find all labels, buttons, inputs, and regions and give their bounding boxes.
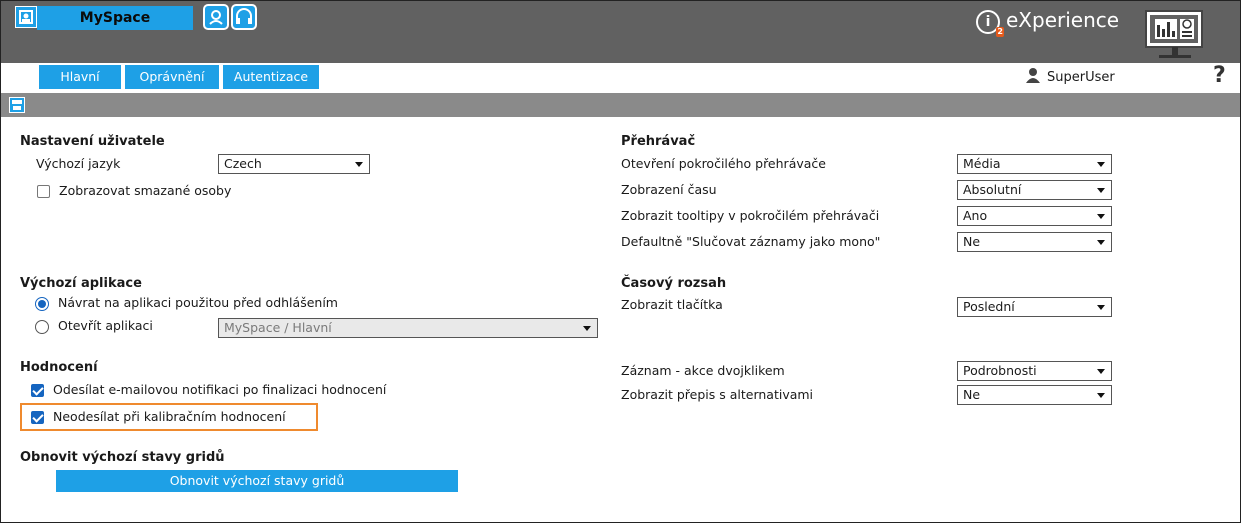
radio-open-app-label: Otevřít aplikaci [58,318,153,333]
user-menu[interactable]: SuperUser [1025,67,1145,87]
chevron-down-icon [1097,240,1105,245]
chevron-down-icon [1097,188,1105,193]
radio-open-app[interactable] [35,320,49,334]
dblclick-action-value: Podrobnosti [963,363,1037,378]
grid-reset-title: Obnovit výchozí stavy gridů [20,450,225,465]
save-icon[interactable] [9,97,25,113]
tab-opravneni[interactable]: Oprávnění [125,65,219,89]
show-buttons-select[interactable]: Poslední [957,297,1112,317]
transcript-alternatives-label: Zobrazit přepis s alternativami [621,387,814,402]
chevron-down-icon [1097,393,1105,398]
toolbar [1,93,1240,117]
tab-autentizace[interactable]: Autentizace [223,65,319,89]
open-app-select[interactable]: MySpace / Hlavní [218,318,598,338]
username: SuperUser [1047,70,1115,85]
player-tooltips-label: Zobrazit tooltipy v pokročilém přehrávač… [621,208,880,223]
default-language-label: Výchozí jazyk [36,156,121,171]
default-language-value: Czech [224,156,262,171]
help-icon[interactable]: ? [1213,63,1233,88]
mono-merge-label: Defaultně "Slučovat záznamy jako mono" [621,234,881,249]
chevron-down-icon [1097,369,1105,374]
chevron-down-icon [583,326,591,331]
player-title: Přehrávač [621,134,696,149]
chevron-down-icon [1097,305,1105,310]
tab-hlavni[interactable]: Hlavní [39,65,121,89]
chevron-down-icon [1097,214,1105,219]
info-icon: i2 [976,9,1004,37]
brand-logo: i 2 eXperience [976,6,1136,37]
monitor-dashboard-icon[interactable] [1141,9,1209,59]
show-buttons-label: Zobrazit tlačítka [621,297,723,312]
mono-merge-select[interactable]: Ne [957,232,1112,252]
dblclick-action-label: Záznam - akce dvojklikem [621,363,785,378]
time-display-select[interactable]: Absolutní [957,180,1112,200]
player-advanced-select[interactable]: Média [957,154,1112,174]
settings-window: MySpace i 2 eXperience ? Hlavní Oprávnění … [0,0,1241,523]
player-tooltips-value: Ano [963,208,988,223]
show-deleted-label: Zobrazovat smazané osoby [59,183,232,198]
evaluation-title: Hodnocení [20,360,98,375]
user-settings-title: Nastavení uživatele [20,134,165,149]
brand-badge: 2 [996,26,1004,37]
player-advanced-value: Média [963,156,1001,171]
player-advanced-label: Otevření pokročilého přehrávače [621,156,826,171]
chevron-down-icon [1097,162,1105,167]
brand-name: eXperience [1006,8,1120,32]
radio-return-app[interactable] [35,297,49,311]
radio-return-app-label: Návrat na aplikaci použitou před odhláše… [58,295,338,310]
email-notify-checkbox[interactable] [31,384,44,397]
default-app-title: Výchozí aplikace [20,276,142,291]
no-send-calibration-checkbox[interactable] [31,411,44,424]
show-deleted-checkbox[interactable] [37,185,50,198]
time-range-title: Časový rozsah [621,276,727,291]
transcript-alternatives-value: Ne [963,387,981,402]
headset-icon[interactable] [231,4,257,30]
player-tooltips-select[interactable]: Ano [957,206,1112,226]
user-icon [1026,68,1040,83]
time-display-value: Absolutní [963,182,1022,197]
app-switcher-button[interactable]: MySpace [37,6,193,30]
transcript-alternatives-select[interactable]: Ne [957,385,1112,405]
no-send-calibration-label: Neodesílat při kalibračním hodnocení [53,409,286,424]
chevron-down-icon [355,162,363,167]
default-language-select[interactable]: Czech [218,154,370,174]
open-app-value: MySpace / Hlavní [224,320,332,335]
reset-grids-button[interactable]: Obnovit výchozí stavy gridů [56,470,458,492]
dblclick-action-select[interactable]: Podrobnosti [957,361,1112,381]
email-notify-label: Odesílat e-mailovou notifikaci po finali… [53,382,387,397]
mono-merge-value: Ne [963,234,981,249]
myspace-icon[interactable] [203,4,229,30]
app-icon[interactable] [15,6,37,28]
time-display-label: Zobrazení času [621,182,717,197]
show-buttons-value: Poslední [963,299,1015,314]
